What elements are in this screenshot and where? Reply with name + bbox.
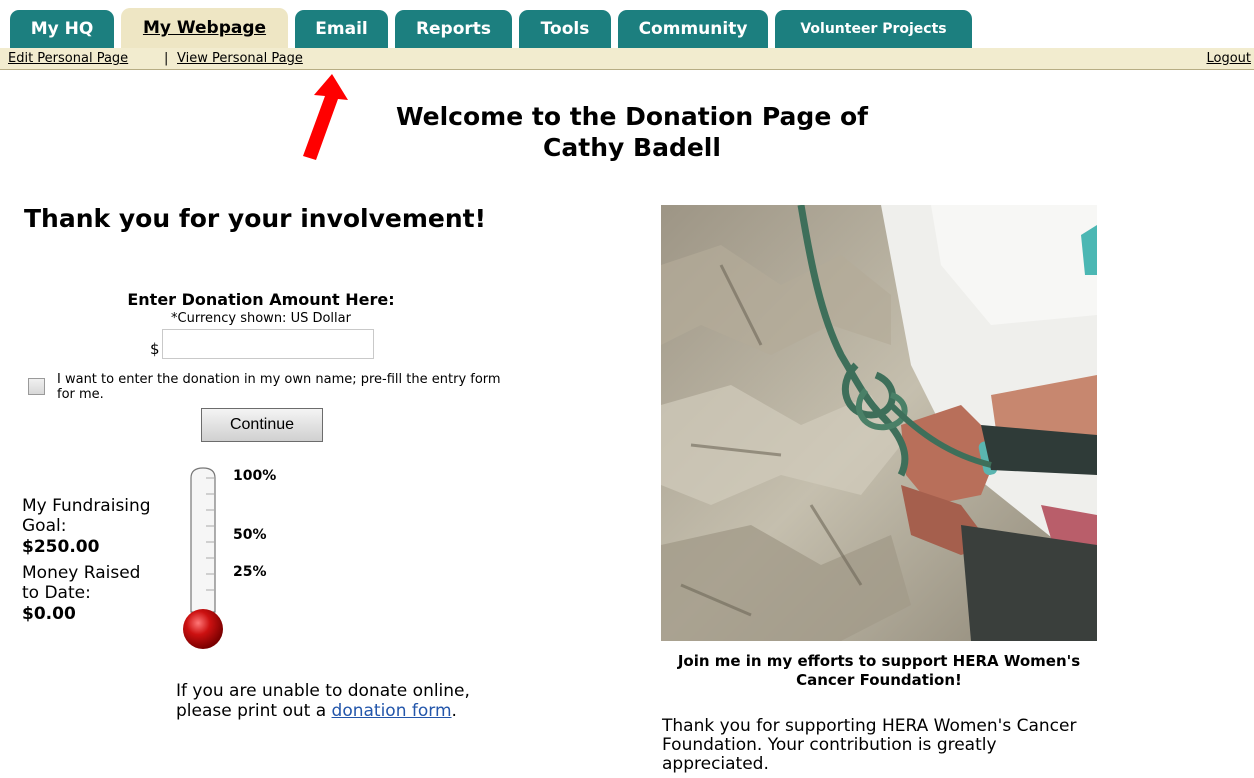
logout-link[interactable]: Logout: [1206, 51, 1251, 66]
raised-label: Money Raised to Date:: [22, 563, 141, 603]
main-nav-tabs: My HQ My Webpage Email Reports Tools Com…: [0, 0, 1254, 48]
donation-amount-heading: Enter Donation Amount Here:: [127, 290, 395, 309]
thermometer-label-100: 100%: [233, 468, 277, 484]
goal-label: My Fundraising Goal:: [22, 496, 151, 536]
participant-photo: [661, 205, 1097, 641]
goal-value: $250.00: [22, 537, 100, 557]
tab-volunteer-projects[interactable]: Volunteer Projects: [775, 10, 972, 48]
tab-email[interactable]: Email: [295, 10, 388, 48]
welcome-line: Welcome to the Donation Page of: [395, 102, 869, 131]
fundraising-thermometer: [183, 467, 223, 649]
photo-caption: Join me in my efforts to support HERA Wo…: [677, 652, 1081, 689]
donation-form-link[interactable]: donation form: [332, 701, 452, 721]
thermometer-label-50: 50%: [233, 527, 267, 543]
subnav-separator: |: [164, 51, 169, 66]
prefill-checkbox-label: I want to enter the donation in my own n…: [57, 372, 501, 402]
thermometer-bulb: [183, 609, 223, 649]
edit-personal-page-link[interactable]: Edit Personal Page: [8, 51, 128, 66]
sub-nav-bar: Edit Personal Page | View Personal Page …: [0, 48, 1254, 70]
view-personal-page-link[interactable]: View Personal Page: [177, 51, 303, 66]
thank-you-heading: Thank you for your involvement!: [24, 204, 487, 233]
tab-tools[interactable]: Tools: [519, 10, 611, 48]
tab-my-webpage[interactable]: My Webpage: [121, 8, 288, 48]
currency-symbol: $: [150, 340, 160, 358]
donation-amount-input[interactable]: [162, 329, 374, 359]
continue-button[interactable]: Continue: [201, 408, 323, 442]
prefill-checkbox[interactable]: [28, 378, 45, 395]
currency-note: *Currency shown: US Dollar: [171, 311, 351, 326]
raised-value: $0.00: [22, 604, 76, 624]
support-message: Thank you for supporting HERA Women's Ca…: [662, 716, 1077, 774]
welcome-heading: Welcome to the Donation Page of Cathy Ba…: [300, 101, 964, 163]
tab-my-hq[interactable]: My HQ: [10, 10, 114, 48]
participant-name: Cathy Badell: [543, 133, 721, 162]
print-donation-note: If you are unable to donate online, plea…: [176, 681, 516, 721]
print-note-period: .: [451, 701, 457, 721]
thermometer-label-25: 25%: [233, 564, 267, 580]
tab-reports[interactable]: Reports: [395, 10, 512, 48]
tab-community[interactable]: Community: [618, 10, 768, 48]
